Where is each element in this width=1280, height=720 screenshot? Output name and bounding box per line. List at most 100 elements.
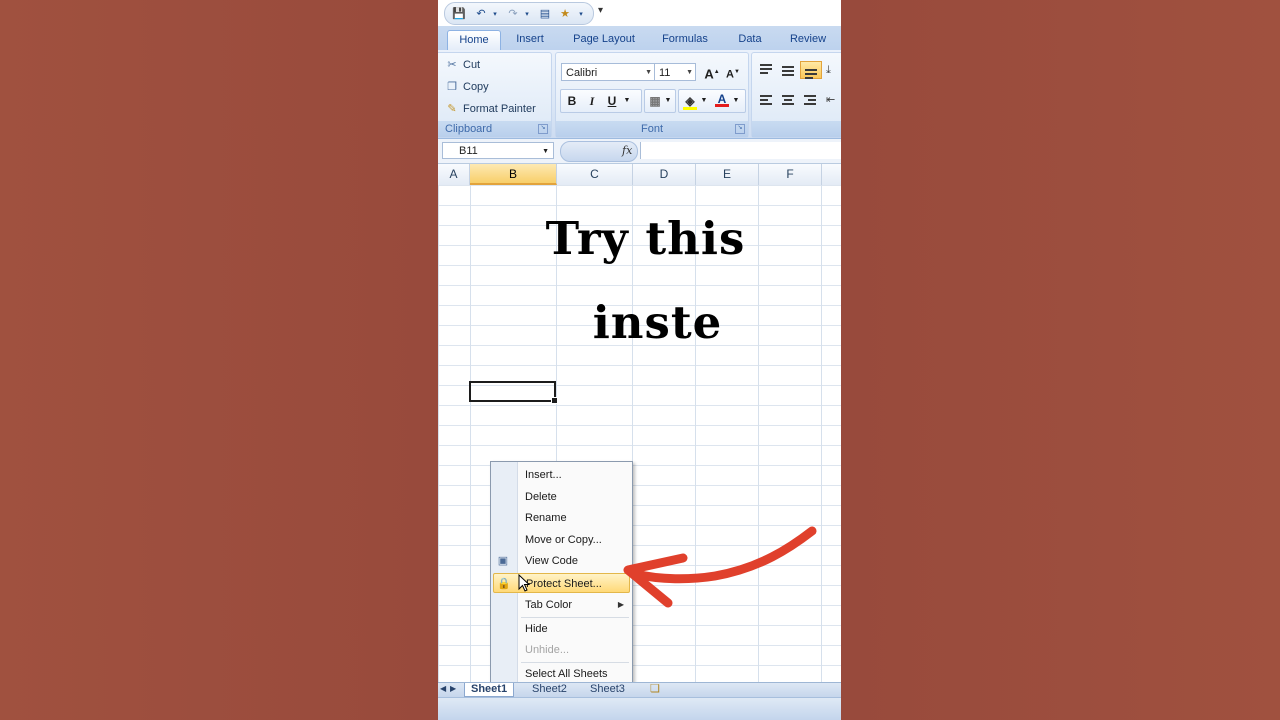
fill-color-button[interactable]: ◈ [681,91,699,111]
menu-item-insert[interactable]: Insert... [491,465,632,485]
format-painter-label: Format Painter [463,103,536,115]
sheet-tab-3[interactable]: Sheet3 [584,683,631,696]
copy-button[interactable]: ❐ Copy [445,78,489,96]
column-header-a[interactable]: A [438,164,470,185]
prev-sheet-icon[interactable]: ◀ [438,683,448,696]
alignment-group: ⤓ ⇤ [751,52,841,138]
menu-item-rename[interactable]: Rename [491,508,632,528]
insert-function-icon[interactable]: fx [622,144,632,157]
underline-button[interactable]: U [603,91,621,111]
font-color-button[interactable]: A [713,89,731,109]
active-cell-b11[interactable] [469,381,558,404]
fill-color-dropdown-icon[interactable]: ▼ [699,91,709,111]
shrink-font-button[interactable]: A▼ [724,62,742,82]
column-header-d[interactable]: D [633,164,696,185]
ribbon: ✂ Cut ❐ Copy ✎ Format Painter Clipboard ↘ C… [438,50,841,139]
column-headers: A B C D E F [438,164,841,186]
caption-line-1: Try this [545,212,746,265]
align-right-button[interactable] [800,91,820,109]
font-size-combo[interactable]: 11 ▼ [654,63,696,81]
paintbrush-icon: ✎ [447,103,457,115]
lock-icon: 🔒 [497,578,511,590]
align-left-button[interactable] [756,91,776,109]
menu-item-view-code[interactable]: ▣ View Code [491,551,632,571]
color-buttons: ◈ ▼ A ▼ [678,89,746,113]
borders-icon: ▦ [649,94,661,108]
customize-qat-icon[interactable]: ▾ [598,5,603,16]
menu-item-protect-sheet[interactable]: 🔒 Protect Sheet... [493,573,630,593]
tab-formulas[interactable]: Formulas [656,30,714,50]
print-preview-icon[interactable]: ▤ [537,7,553,22]
tab-page-layout[interactable]: Page Layout [566,30,642,50]
bold-button[interactable]: B [563,91,581,111]
mouse-cursor-icon [518,574,531,592]
align-center-button[interactable] [778,91,798,109]
font-size-value: 11 [659,67,671,79]
font-name-value: Calibri [566,67,598,79]
top-align-button[interactable] [756,61,776,79]
cut-button[interactable]: ✂ Cut [445,56,480,74]
excel-window: 💾 ↶ ▾ ↷ ▾ ▤ ★ ▾ ▾ Home Insert Page Layou… [438,0,841,720]
column-header-f[interactable]: F [759,164,822,185]
borders-dropdown-icon: ▼ [664,97,672,104]
name-box[interactable]: B11 ▼ [442,142,554,159]
chevron-down-icon: ▼ [542,148,549,155]
menu-item-tab-color[interactable]: Tab Color ▶ [491,595,632,615]
sheet-tab-2[interactable]: Sheet2 [526,683,573,696]
background-right [841,0,1280,720]
tab-insert[interactable]: Insert [508,30,552,50]
menu-item-delete[interactable]: Delete [491,487,632,507]
spelling-icon[interactable]: ★ [557,7,573,22]
font-dialog-launcher-icon[interactable]: ↘ [735,124,745,134]
next-sheet-icon[interactable]: ▶ [448,683,458,696]
copy-icon: ❐ [447,81,457,93]
formula-bar: B11 ▼ fx [438,139,841,164]
underline-dropdown-icon[interactable]: ▼ [621,91,633,111]
format-painter-button[interactable]: ✎ Format Painter [445,100,536,118]
bottom-align-button[interactable] [800,61,822,79]
caption-line-2: inste [592,296,723,349]
background-left [0,0,438,720]
grow-font-button[interactable]: A▲ [702,62,722,82]
sheet-tab-context-menu: Insert... Delete Rename Move or Copy... … [490,461,633,688]
menu-item-hide[interactable]: Hide [491,619,632,639]
column-header-c[interactable]: C [557,164,633,185]
chevron-down-icon: ▼ [686,69,693,76]
save-icon[interactable]: 💾 [451,7,467,22]
clipboard-group-label: Clipboard [438,121,551,137]
ribbon-tabs: Home Insert Page Layout Formulas Data Re… [438,26,841,51]
tab-review[interactable]: Review [784,30,832,50]
tab-home[interactable]: Home [447,30,501,51]
font-group-label: Font [556,121,748,137]
scissors-icon: ✂ [447,59,457,71]
middle-align-button[interactable] [778,61,798,79]
sheet-tabs-bar: ◀ ▶ Sheet1 Sheet2 Sheet3 ❏ [438,682,841,697]
tab-data[interactable]: Data [730,30,770,50]
insert-sheet-icon[interactable]: ❏ [644,683,666,696]
indent-icon[interactable]: ⇤ [826,91,841,109]
sheet-tab-1[interactable]: Sheet1 [464,683,515,697]
redo-dropdown-icon[interactable]: ▾ [519,7,535,22]
alignment-group-label [752,121,841,137]
menu-item-unhide: Unhide... [525,644,570,656]
font-color-dropdown-icon[interactable]: ▼ [731,91,741,111]
column-header-g[interactable] [822,164,841,185]
borders-button[interactable]: ▦ ▼ [644,89,676,113]
menu-separator [521,617,629,618]
menu-item-select-all-sheets[interactable]: Select All Sheets [491,664,632,684]
column-header-e[interactable]: E [696,164,759,185]
undo-dropdown-icon[interactable]: ▾ [487,7,503,22]
menu-item-move-or-copy[interactable]: Move or Copy... [491,530,632,550]
font-name-combo[interactable]: Calibri ▼ [561,63,655,81]
qat-dropdown-icon[interactable]: ▾ [573,7,589,22]
name-box-value: B11 [459,145,478,157]
status-bar [438,697,841,720]
quick-access-toolbar: 💾 ↶ ▾ ↷ ▾ ▤ ★ ▾ ▾ [438,0,841,26]
font-style-buttons: B I U ▼ [560,89,642,113]
copy-label: Copy [463,81,489,93]
italic-button[interactable]: I [583,91,601,111]
clipboard-dialog-launcher-icon[interactable]: ↘ [538,124,548,134]
formula-input[interactable] [640,142,841,159]
column-header-b[interactable]: B [470,164,557,185]
orientation-icon[interactable]: ⤓ [826,61,841,79]
